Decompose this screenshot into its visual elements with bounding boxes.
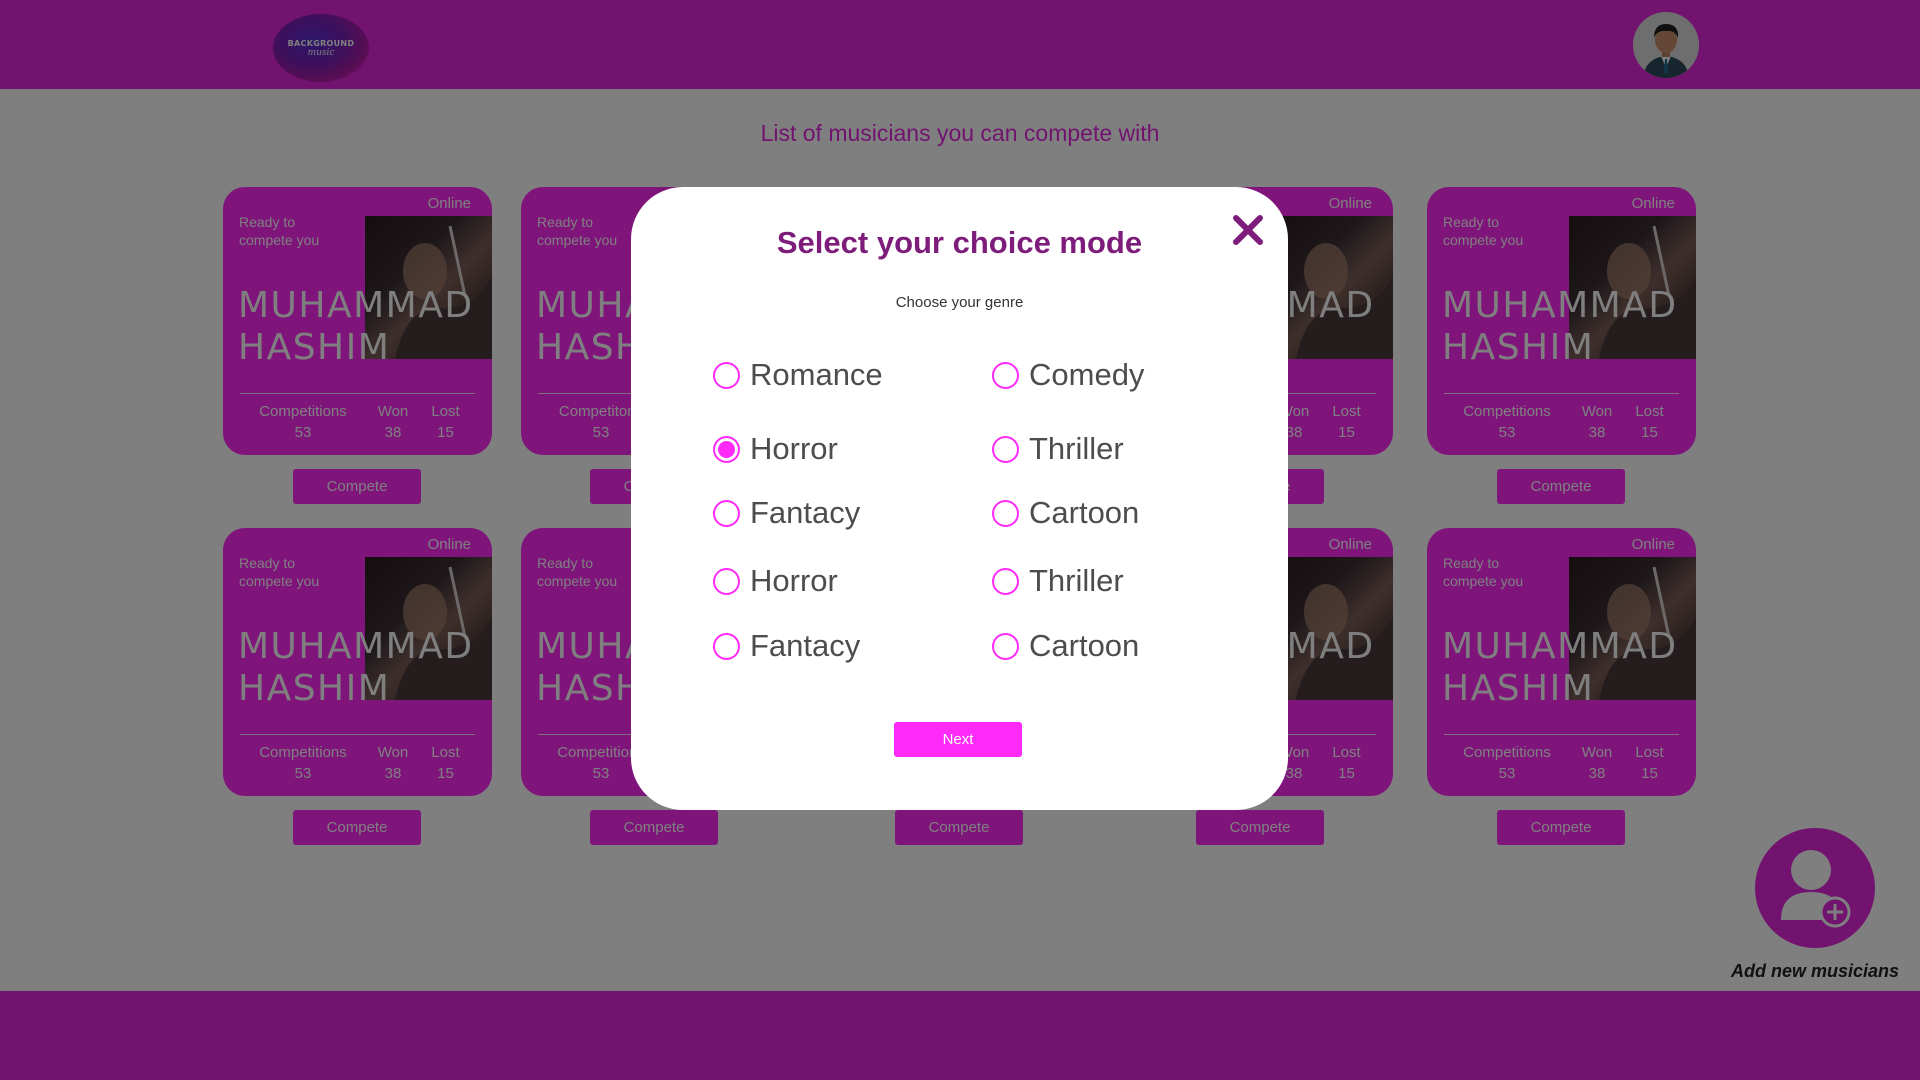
- genre-option[interactable]: Thriller: [992, 563, 1124, 599]
- genre-option[interactable]: Thriller: [992, 431, 1124, 467]
- genre-label: Horror: [750, 431, 838, 466]
- radio-button[interactable]: [713, 632, 740, 660]
- genre-modal: Select your choice mode Choose your genr…: [631, 187, 1288, 810]
- radio-button[interactable]: [713, 361, 740, 389]
- genre-label: Fantacy: [750, 628, 861, 663]
- genre-label: Cartoon: [1029, 495, 1140, 530]
- genre-option[interactable]: Cartoon: [992, 495, 1139, 531]
- genre-option[interactable]: Fantacy: [713, 628, 860, 664]
- radio-button[interactable]: [992, 567, 1019, 595]
- radio-button[interactable]: [992, 435, 1019, 463]
- radio-button[interactable]: [992, 499, 1019, 527]
- genre-option[interactable]: Cartoon: [992, 628, 1139, 664]
- genre-option[interactable]: Horror: [713, 431, 838, 467]
- genre-label: Comedy: [1029, 357, 1145, 392]
- radio-button[interactable]: [713, 567, 740, 595]
- genre-label: Cartoon: [1029, 628, 1140, 663]
- radio-button[interactable]: [992, 361, 1019, 389]
- genre-option[interactable]: Romance: [713, 357, 883, 393]
- genre-label: Thriller: [1029, 431, 1124, 466]
- next-button[interactable]: Next: [894, 722, 1022, 757]
- radio-button[interactable]: [713, 499, 740, 527]
- genre-label: Thriller: [1029, 563, 1124, 598]
- modal-title: Select your choice mode: [776, 225, 1143, 260]
- genre-label: Fantacy: [750, 495, 861, 530]
- radio-button[interactable]: [713, 435, 740, 463]
- genre-option[interactable]: Fantacy: [713, 495, 860, 531]
- radio-button[interactable]: [992, 632, 1019, 660]
- modal-subtitle: Choose your genre: [895, 294, 1024, 311]
- close-button[interactable]: [1229, 211, 1267, 249]
- genre-option[interactable]: Horror: [713, 563, 838, 599]
- genre-option[interactable]: Comedy: [992, 357, 1144, 393]
- close-icon: [1233, 215, 1263, 245]
- genre-label: Romance: [750, 357, 883, 392]
- genre-label: Horror: [750, 563, 838, 598]
